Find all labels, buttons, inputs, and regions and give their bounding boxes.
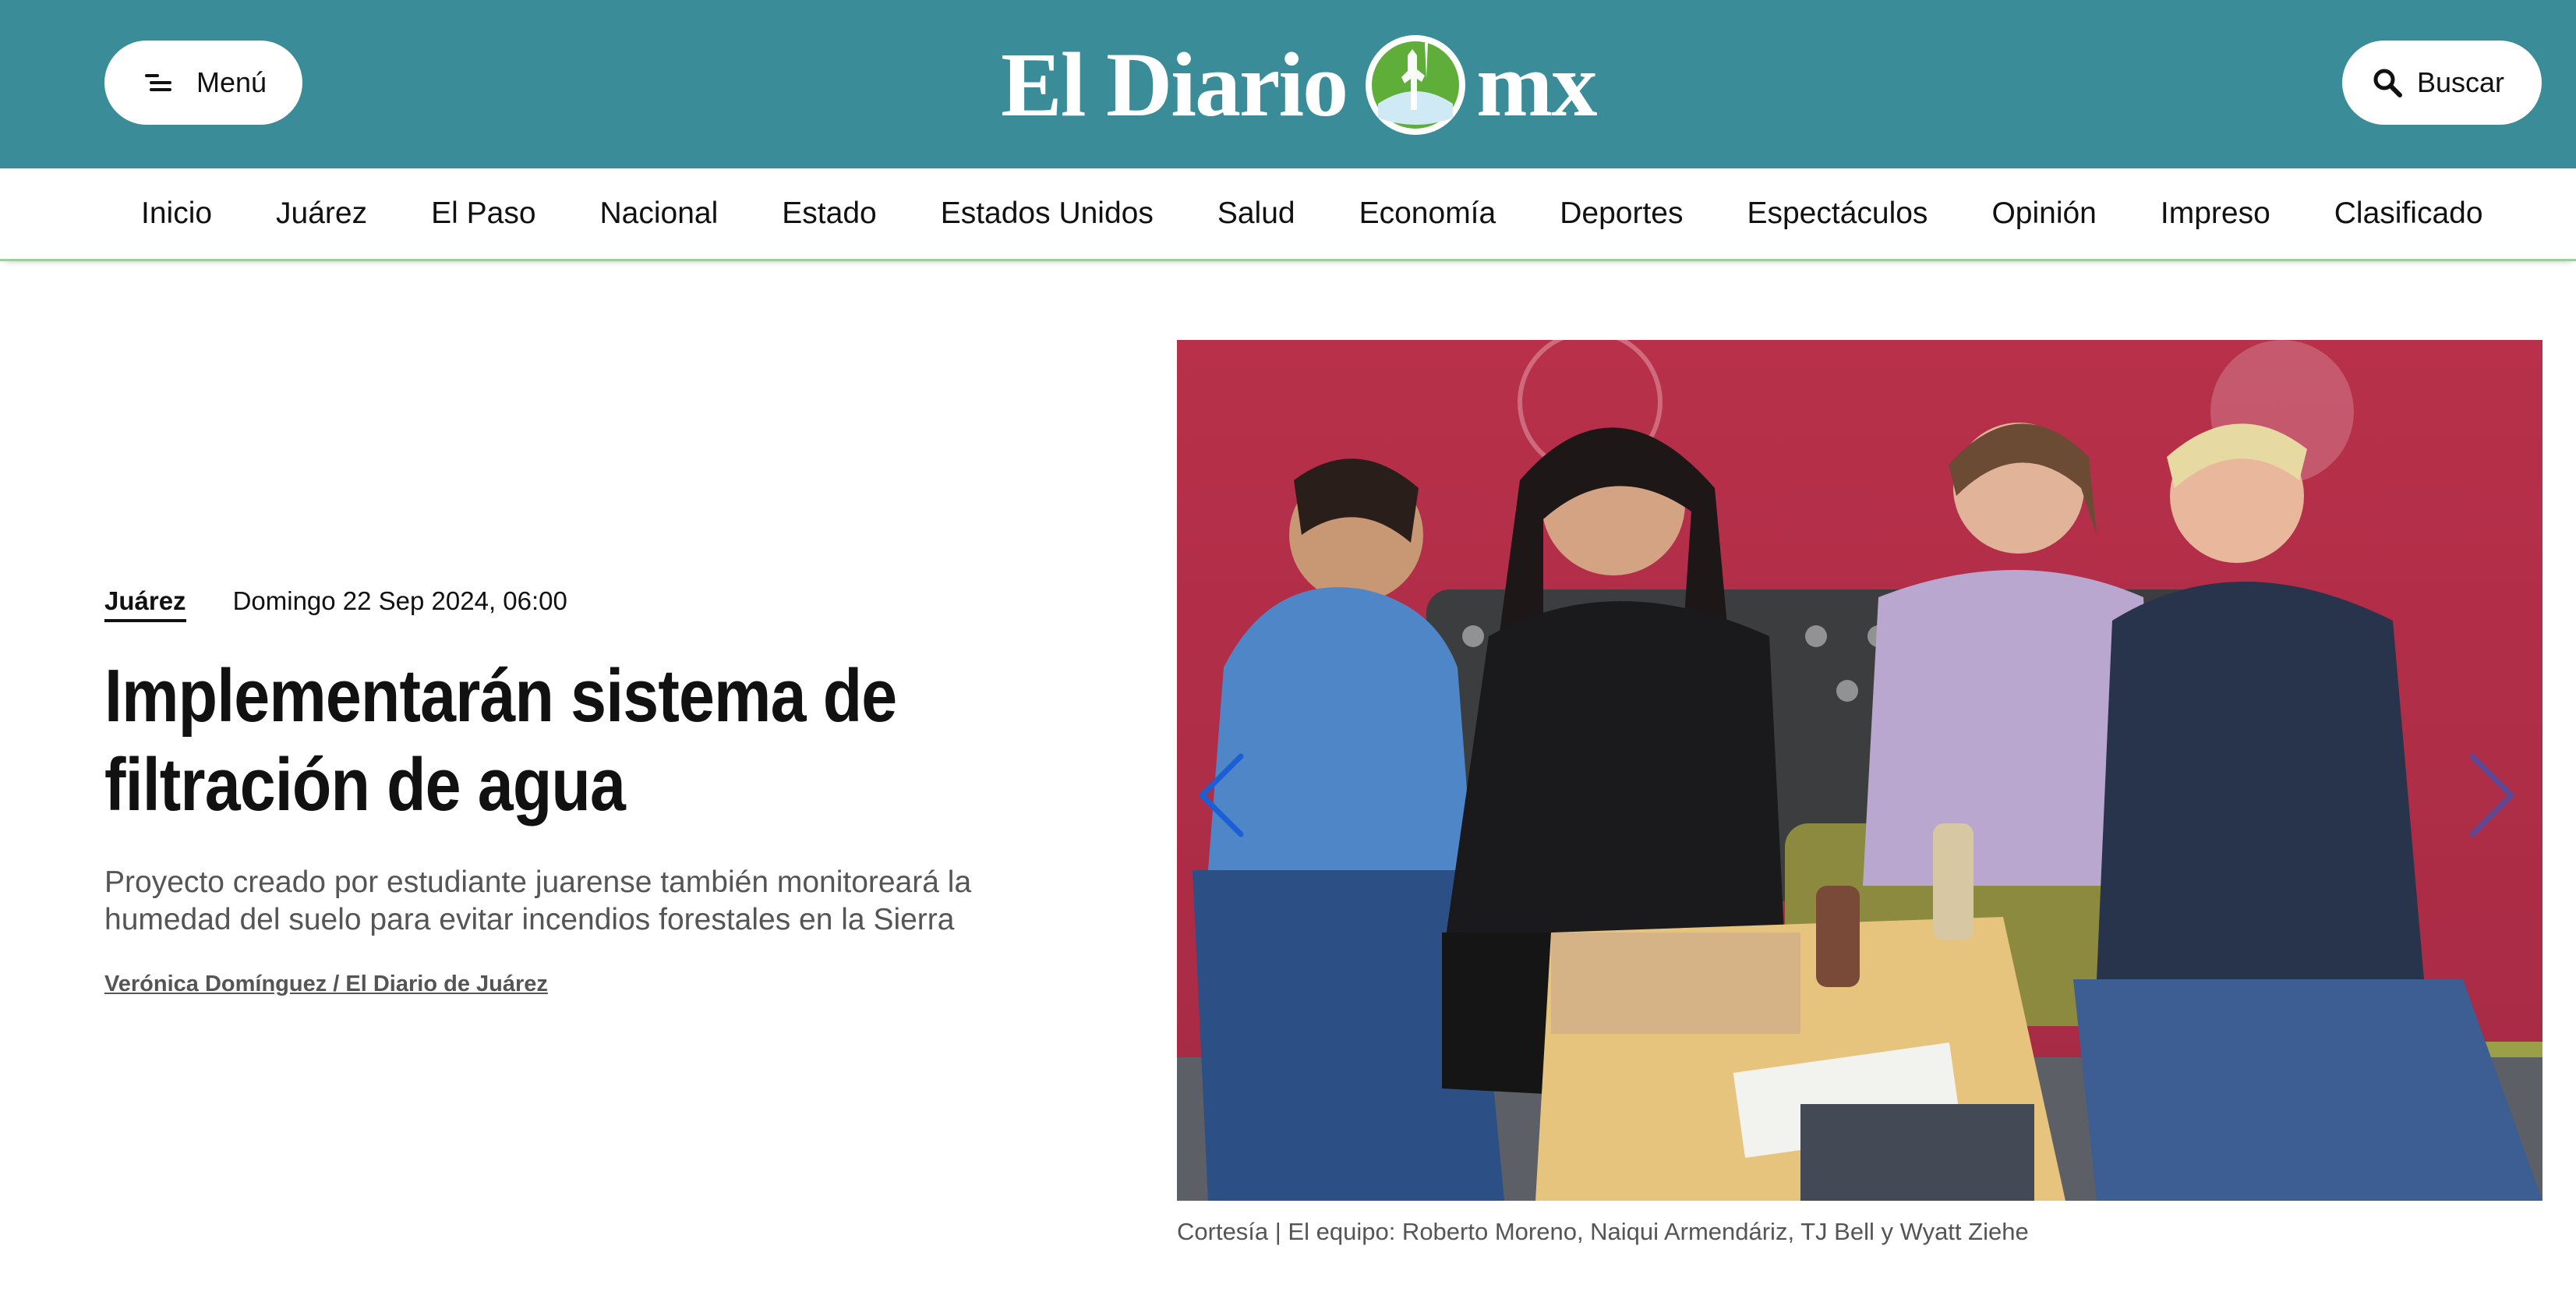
site-logo[interactable]: El Diario mx: [1001, 27, 1640, 143]
nav-item-estado[interactable]: Estado: [750, 168, 908, 259]
menu-label: Menú: [196, 66, 267, 98]
nav-item-nacional[interactable]: Nacional: [568, 168, 751, 259]
search-label: Buscar: [2417, 66, 2505, 98]
article-dek: Proyecto creado por estudiante juarense …: [104, 865, 972, 936]
nav-item-juarez[interactable]: Juárez: [244, 168, 399, 259]
search-button[interactable]: Buscar: [2342, 41, 2542, 125]
site-header: Menú El Diario mx Buscar: [0, 0, 2576, 168]
nav-item-deportes[interactable]: Deportes: [1528, 168, 1715, 259]
publish-date: Domingo 22 Sep 2024, 06:00: [232, 586, 567, 615]
search-icon: [2372, 67, 2403, 98]
menu-icon: [143, 70, 175, 95]
nav-item-opinion[interactable]: Opinión: [1959, 168, 2128, 259]
nav-item-clasificado[interactable]: Clasificado: [2302, 168, 2515, 259]
article-headline: Implementarán sistema de filtración de a…: [104, 654, 897, 826]
logo-text-right: mx: [1476, 34, 1597, 136]
photo-caption: Cortesía | El equipo: Roberto Moreno, Na…: [1177, 1218, 2029, 1245]
article-meta: Juárez Domingo 22 Sep 2024, 06:00: [104, 586, 567, 622]
section-link[interactable]: Juárez: [104, 586, 186, 622]
section-nav: Inicio Juárez El Paso Nacional Estado Es…: [0, 168, 2576, 261]
article-byline[interactable]: Verónica Domínguez / El Diario de Juárez: [104, 972, 548, 997]
nav-item-economia[interactable]: Economía: [1327, 168, 1528, 259]
lead-photo-illustration: [1177, 340, 2542, 1201]
logo-emblem-icon: [1362, 32, 1468, 138]
menu-button[interactable]: Menú: [104, 41, 302, 125]
nav-item-inicio[interactable]: Inicio: [109, 168, 244, 259]
nav-item-el-paso[interactable]: El Paso: [399, 168, 567, 259]
nav-item-impreso[interactable]: Impreso: [2129, 168, 2302, 259]
logo-text-left: El Diario: [1001, 34, 1348, 136]
nav-item-estados-unidos[interactable]: Estados Unidos: [909, 168, 1186, 259]
nav-item-salud[interactable]: Salud: [1186, 168, 1327, 259]
lead-photo[interactable]: [1177, 340, 2542, 1201]
nav-item-espectaculos[interactable]: Espectáculos: [1715, 168, 1959, 259]
